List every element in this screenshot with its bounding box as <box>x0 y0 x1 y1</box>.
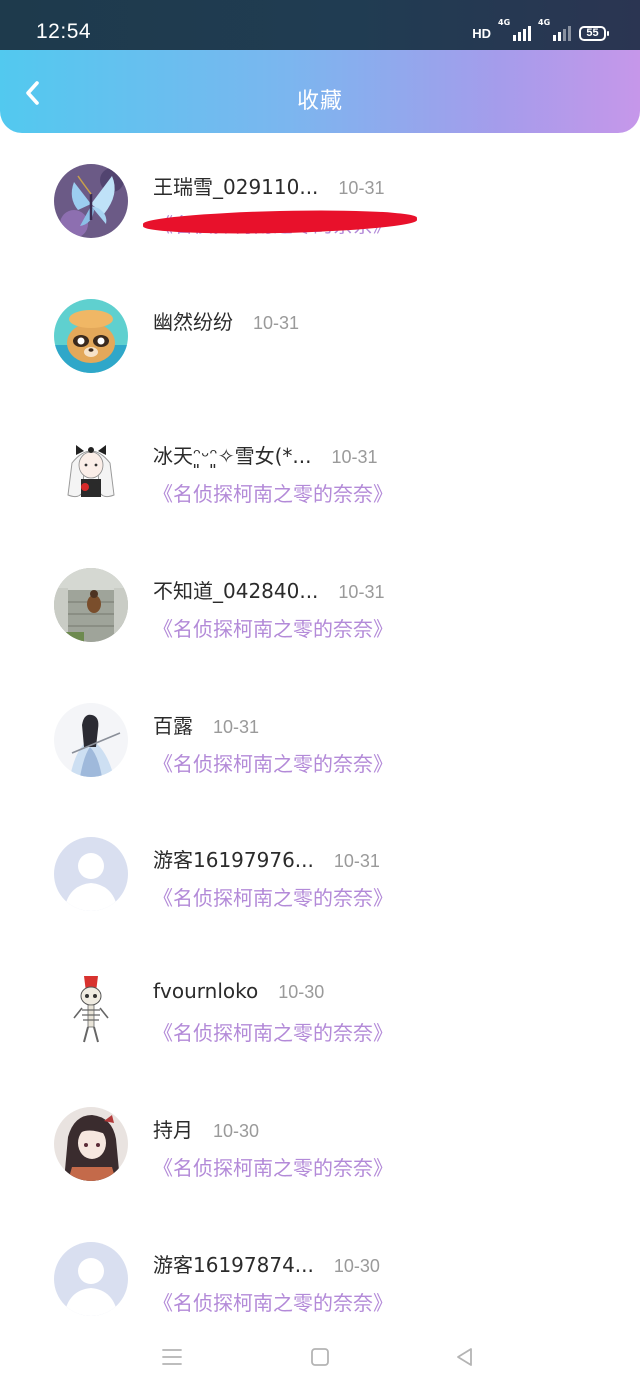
home-square-icon <box>311 1348 329 1366</box>
avatar[interactable] <box>54 837 128 912</box>
list-item[interactable]: 游客16197874... 10-30 《名侦探柯南之零的奈奈》 <box>0 1211 640 1346</box>
favorite-date: 10-31 <box>338 582 385 603</box>
name-row: 游客16197976... 10-31 <box>153 844 380 873</box>
skeleton-avatar-image <box>54 972 128 1047</box>
status-time: 12:54 <box>36 20 92 43</box>
hd-indicator: HD <box>472 25 491 41</box>
avatar[interactable] <box>54 972 128 1047</box>
work-title-link[interactable]: 《名侦探柯南之零的奈奈》 <box>153 882 393 911</box>
list-item[interactable]: fvournloko 10-30 《名侦探柯南之零的奈奈》 <box>0 941 640 1076</box>
menu-button[interactable] <box>157 1342 187 1372</box>
user-name[interactable]: 游客16197976... <box>153 844 314 873</box>
list-item[interactable]: 持月 10-30 《名侦探柯南之零的奈奈》 <box>0 1076 640 1211</box>
favorite-date: 10-30 <box>213 1120 260 1141</box>
work-title-link[interactable]: 《名侦探柯南之零的奈奈》 <box>153 1152 393 1181</box>
anime-girl-avatar-image <box>54 433 128 508</box>
network-type-label-secondary: 4G <box>538 18 551 27</box>
page-title: 收藏 <box>296 89 343 114</box>
status-bar: 12:54 HD 4G 4G 55 <box>0 0 640 50</box>
work-title-link[interactable]: 《名侦探柯南之零的奈奈》 <box>153 1017 393 1046</box>
default-user-avatar-icon <box>54 837 128 912</box>
avatar[interactable] <box>54 702 128 777</box>
favorite-date: 10-30 <box>278 982 325 1003</box>
back-nav-button[interactable] <box>450 1342 480 1372</box>
home-button[interactable] <box>305 1342 335 1372</box>
favorite-date: 10-31 <box>213 716 260 737</box>
list-item[interactable]: 幽然纷纷 10-31 <box>0 268 640 403</box>
avatar[interactable] <box>54 568 128 643</box>
list-item[interactable]: 百露 10-31 《名侦探柯南之零的奈奈》 <box>0 672 640 807</box>
screen: 12:54 HD 4G 4G 55 收藏 王瑞雪_029110... 10-31… <box>0 0 640 1387</box>
butterfly-avatar-image <box>54 164 128 238</box>
avatar[interactable] <box>54 164 128 238</box>
work-title-link[interactable]: 《名侦探柯南之零的奈奈》 <box>153 1287 393 1316</box>
signal-icon: 4G <box>498 18 531 41</box>
favorite-date: 10-31 <box>331 447 378 468</box>
anime-girl-dark-hair-avatar-image <box>54 1106 128 1181</box>
signal-icon-secondary: 4G <box>538 18 571 41</box>
work-title-link[interactable]: 《名侦探柯南之零的奈奈》 <box>153 748 393 777</box>
default-user-avatar-icon <box>54 1241 128 1316</box>
avatar[interactable] <box>54 1241 128 1316</box>
name-row: 王瑞雪_029110... 10-31 <box>153 171 384 200</box>
header-bar: 收藏 <box>0 50 640 133</box>
avatar[interactable] <box>54 1106 128 1181</box>
favorite-date: 10-31 <box>333 851 380 872</box>
favorite-date: 10-30 <box>333 1255 380 1276</box>
name-row: 幽然纷纷 10-31 <box>153 306 299 335</box>
name-row: 游客16197874... 10-30 <box>153 1249 380 1278</box>
work-title-link[interactable]: 《名侦探柯南之零的奈奈》 <box>153 478 393 507</box>
user-name[interactable]: 幽然纷纷 <box>153 306 233 335</box>
user-name[interactable]: 不知道_042840... <box>153 575 318 604</box>
user-name[interactable]: 冰天ᵔ͈ᵕᵔ͈✧雪女(*... <box>153 440 311 469</box>
list-item[interactable]: 冰天ᵔ͈ᵕᵔ͈✧雪女(*... 10-31 《名侦探柯南之零的奈奈》 <box>0 402 640 537</box>
raccoon-avatar-image <box>54 298 128 373</box>
favorites-list: 王瑞雪_029110... 10-31 《名侦探柯南之零的奈奈》 <box>0 133 640 1345</box>
swordsman-avatar-image <box>54 702 128 777</box>
name-row: fvournloko 10-30 <box>153 979 324 1003</box>
user-name[interactable]: 王瑞雪_029110... <box>153 171 318 200</box>
back-triangle-icon <box>457 1348 472 1366</box>
network-type-label: 4G <box>498 18 511 27</box>
status-indicators: HD 4G 4G 55 <box>472 18 609 44</box>
system-nav-bar <box>0 1328 640 1387</box>
name-row: 持月 10-30 <box>153 1114 259 1143</box>
menu-icon <box>162 1349 182 1365</box>
avatar[interactable] <box>54 433 128 508</box>
favorite-date: 10-31 <box>253 312 300 333</box>
stairway-avatar-image <box>54 568 128 643</box>
user-name[interactable]: fvournloko <box>153 979 258 1003</box>
avatar[interactable] <box>54 298 128 373</box>
battery-icon: 55 <box>579 25 609 41</box>
list-item[interactable]: 王瑞雪_029110... 10-31 《名侦探柯南之零的奈奈》 <box>0 133 640 268</box>
name-row: 百露 10-31 <box>153 710 259 739</box>
favorite-date: 10-31 <box>338 178 385 198</box>
list-item[interactable]: 游客16197976... 10-31 《名侦探柯南之零的奈奈》 <box>0 806 640 941</box>
user-name[interactable]: 百露 <box>153 710 193 739</box>
name-row: 不知道_042840... 10-31 <box>153 575 384 604</box>
work-title-link[interactable]: 《名侦探柯南之零的奈奈》 <box>153 613 393 642</box>
user-name[interactable]: 持月 <box>153 1114 193 1143</box>
list-item[interactable]: 不知道_042840... 10-31 《名侦探柯南之零的奈奈》 <box>0 537 640 672</box>
name-row: 冰天ᵔ͈ᵕᵔ͈✧雪女(*... 10-31 <box>153 440 378 469</box>
user-name[interactable]: 游客16197874... <box>153 1249 314 1278</box>
